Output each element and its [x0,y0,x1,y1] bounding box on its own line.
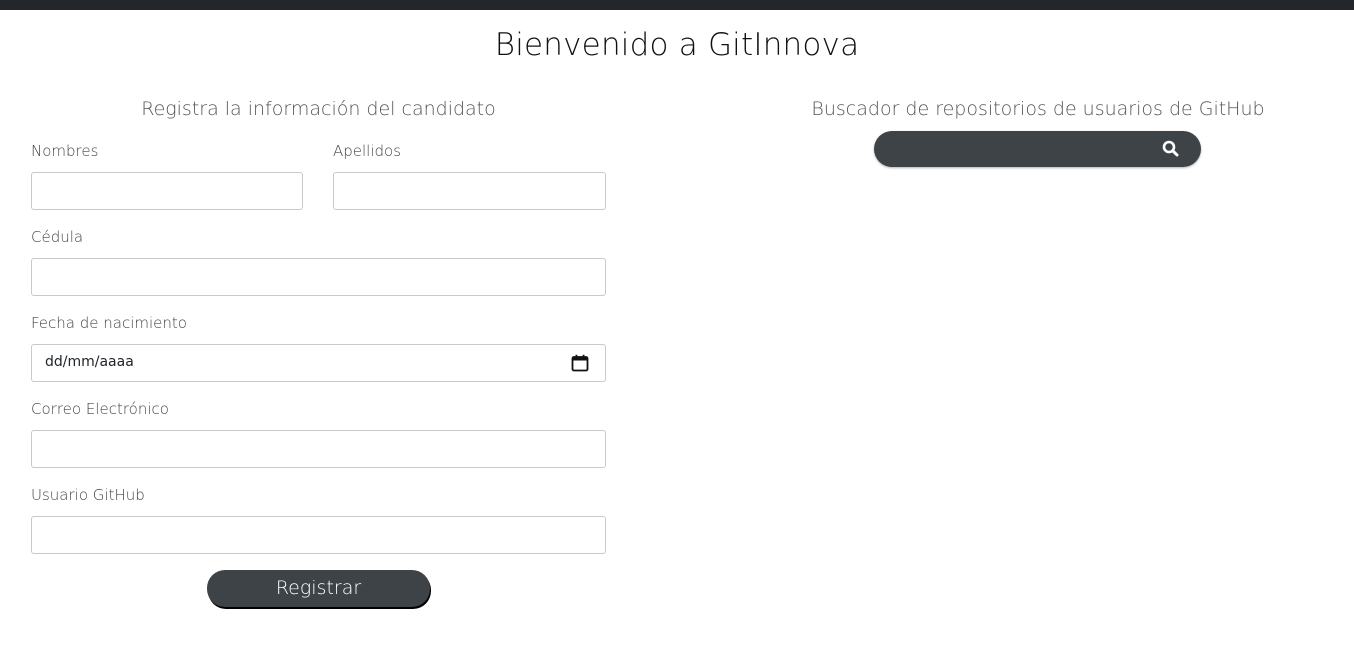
cedula-label: Cédula [31,228,84,246]
fecha-nacimiento-input[interactable]: dd/mm/aaaa [31,344,606,382]
page-title: Bienvenido a GitInnova [494,27,860,63]
search-input[interactable] [890,135,1154,165]
top-bar [0,0,1354,10]
nombres-input[interactable] [31,172,303,210]
search-title: Buscador de repositorios de usuarios de … [811,98,1265,120]
cedula-input[interactable] [31,258,606,296]
apellidos-input[interactable] [333,172,606,210]
form-title: Registra la información del candidato [141,98,496,120]
search-button[interactable] [1161,139,1181,159]
fecha-nacimiento-label: Fecha de nacimiento [31,314,187,332]
correo-label: Correo Electrónico [31,400,169,418]
usuario-github-label: Usuario GitHub [31,486,145,504]
register-button[interactable]: Registrar [207,570,430,607]
calendar-icon[interactable] [571,354,589,372]
correo-input[interactable] [31,430,606,468]
search-icon [1162,140,1179,157]
search-bar [874,131,1201,167]
usuario-github-input[interactable] [31,516,606,554]
apellidos-label: Apellidos [333,142,402,160]
nombres-label: Nombres [31,142,99,160]
fecha-nacimiento-value: dd/mm/aaaa [45,354,134,370]
